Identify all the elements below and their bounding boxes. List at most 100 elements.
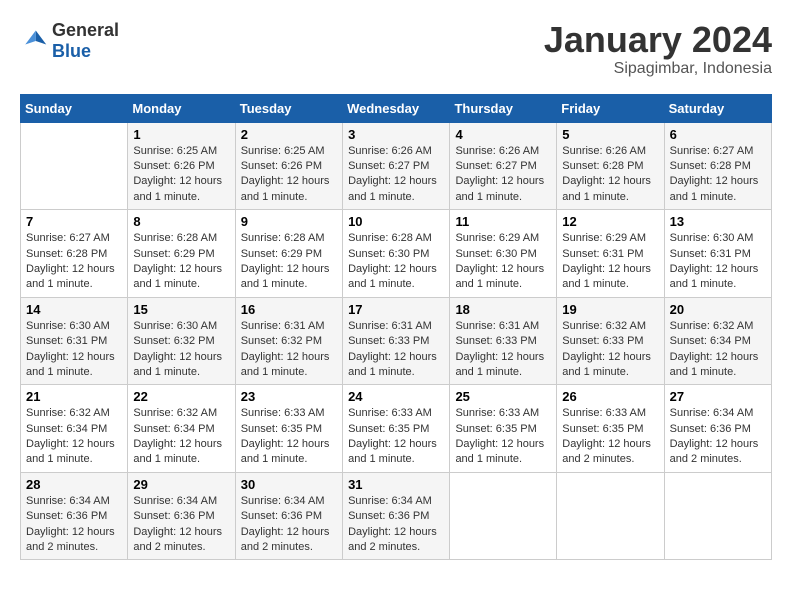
calendar-week-row: 21 Sunrise: 6:32 AMSunset: 6:34 PMDayligh… — [21, 385, 772, 473]
calendar-cell: 25 Sunrise: 6:33 AMSunset: 6:35 PMDayligh… — [450, 385, 557, 473]
day-info: Sunrise: 6:32 AMSunset: 6:34 PMDaylight:… — [133, 406, 229, 468]
logo-blue: Blue — [52, 41, 91, 61]
calendar-cell — [450, 472, 557, 560]
title-block: January 2024 Sipagimbar, Indonesia — [544, 20, 772, 78]
calendar-cell: 30 Sunrise: 6:34 AMSunset: 6:36 PMDayligh… — [235, 472, 342, 560]
calendar-cell: 19Sunrise: 6:32 AMSunset: 6:33 PMDayligh… — [557, 297, 664, 385]
day-info: Sunrise: 6:28 AMSunset: 6:29 PMDaylight:… — [241, 231, 337, 293]
logo-general: General — [52, 20, 119, 40]
day-number: 17 — [348, 302, 444, 317]
calendar-cell: 24Sunrise: 6:33 AMSunset: 6:35 PMDayligh… — [343, 385, 450, 473]
calendar-cell: 27 Sunrise: 6:34 AMSunset: 6:36 PMDayligh… — [664, 385, 771, 473]
calendar-cell: 20 Sunrise: 6:32 AMSunset: 6:34 PMDayligh… — [664, 297, 771, 385]
calendar-cell: 28Sunrise: 6:34 AMSunset: 6:36 PMDayligh… — [21, 472, 128, 560]
day-header-saturday: Saturday — [664, 94, 771, 122]
calendar-cell — [557, 472, 664, 560]
day-header-friday: Friday — [557, 94, 664, 122]
logo-text: General Blue — [52, 20, 119, 62]
day-info: Sunrise: 6:25 AMSunset: 6:26 PMDaylight:… — [133, 144, 229, 206]
day-info: Sunrise: 6:26 AMSunset: 6:27 PMDaylight:… — [348, 144, 444, 206]
day-number: 2 — [241, 127, 337, 142]
calendar-week-row: 14Sunrise: 6:30 AMSunset: 6:31 PMDayligh… — [21, 297, 772, 385]
calendar-cell: 11 Sunrise: 6:29 AMSunset: 6:30 PMDayligh… — [450, 210, 557, 298]
calendar-cell: 10Sunrise: 6:28 AMSunset: 6:30 PMDayligh… — [343, 210, 450, 298]
day-number: 8 — [133, 214, 229, 229]
calendar-cell: 3 Sunrise: 6:26 AMSunset: 6:27 PMDaylight… — [343, 122, 450, 210]
day-info: Sunrise: 6:33 AMSunset: 6:35 PMDaylight:… — [562, 406, 658, 468]
day-info: Sunrise: 6:34 AMSunset: 6:36 PMDaylight:… — [348, 494, 444, 556]
calendar-cell: 29Sunrise: 6:34 AMSunset: 6:36 PMDayligh… — [128, 472, 235, 560]
calendar-cell: 7 Sunrise: 6:27 AMSunset: 6:28 PMDaylight… — [21, 210, 128, 298]
day-info: Sunrise: 6:30 AMSunset: 6:31 PMDaylight:… — [670, 231, 766, 293]
day-number: 28 — [26, 477, 122, 492]
day-number: 31 — [348, 477, 444, 492]
day-number: 24 — [348, 389, 444, 404]
day-info: Sunrise: 6:34 AMSunset: 6:36 PMDaylight:… — [133, 494, 229, 556]
day-info: Sunrise: 6:33 AMSunset: 6:35 PMDaylight:… — [241, 406, 337, 468]
calendar-cell: 16Sunrise: 6:31 AMSunset: 6:32 PMDayligh… — [235, 297, 342, 385]
calendar-cell: 17 Sunrise: 6:31 AMSunset: 6:33 PMDayligh… — [343, 297, 450, 385]
day-number: 5 — [562, 127, 658, 142]
day-info: Sunrise: 6:29 AMSunset: 6:30 PMDaylight:… — [455, 231, 551, 293]
calendar-cell: 23 Sunrise: 6:33 AMSunset: 6:35 PMDayligh… — [235, 385, 342, 473]
day-number: 15 — [133, 302, 229, 317]
day-info: Sunrise: 6:27 AMSunset: 6:28 PMDaylight:… — [26, 231, 122, 293]
calendar-cell: 8Sunrise: 6:28 AMSunset: 6:29 PMDaylight… — [128, 210, 235, 298]
calendar-cell: 13 Sunrise: 6:30 AMSunset: 6:31 PMDayligh… — [664, 210, 771, 298]
logo-icon — [20, 27, 48, 55]
calendar-cell: 26 Sunrise: 6:33 AMSunset: 6:35 PMDayligh… — [557, 385, 664, 473]
day-number: 20 — [670, 302, 766, 317]
day-info: Sunrise: 6:25 AMSunset: 6:26 PMDaylight:… — [241, 144, 337, 206]
calendar-table: SundayMondayTuesdayWednesdayThursdayFrid… — [20, 94, 772, 561]
calendar-cell — [21, 122, 128, 210]
day-info: Sunrise: 6:34 AMSunset: 6:36 PMDaylight:… — [241, 494, 337, 556]
day-info: Sunrise: 6:34 AMSunset: 6:36 PMDaylight:… — [670, 406, 766, 468]
day-info: Sunrise: 6:30 AMSunset: 6:32 PMDaylight:… — [133, 319, 229, 381]
day-number: 3 — [348, 127, 444, 142]
day-header-sunday: Sunday — [21, 94, 128, 122]
day-number: 1 — [133, 127, 229, 142]
calendar-cell: 5 Sunrise: 6:26 AMSunset: 6:28 PMDaylight… — [557, 122, 664, 210]
calendar-week-row: 7 Sunrise: 6:27 AMSunset: 6:28 PMDaylight… — [21, 210, 772, 298]
calendar-week-row: 28 Sunrise: 6:34 AMSunset: 6:36 PMDayligh… — [21, 472, 772, 560]
day-number: 25 — [455, 389, 551, 404]
day-number: 9 — [241, 214, 337, 229]
day-number: 12 — [562, 214, 658, 229]
location-subtitle: Sipagimbar, Indonesia — [544, 60, 772, 78]
day-header-thursday: Thursday — [450, 94, 557, 122]
day-number: 23 — [241, 389, 337, 404]
calendar-cell: 15 Sunrise: 6:30 AMSunset: 6:32 PMDayligh… — [128, 297, 235, 385]
month-year-title: January 2024 — [544, 20, 772, 60]
day-info: Sunrise: 6:31 AMSunset: 6:33 PMDaylight:… — [348, 319, 444, 381]
calendar-cell: 21 Sunrise: 6:32 AMSunset: 6:34 PMDayligh… — [21, 385, 128, 473]
day-number: 26 — [562, 389, 658, 404]
day-info: Sunrise: 6:28 AMSunset: 6:30 PMDaylight:… — [348, 231, 444, 293]
calendar-header-row: SundayMondayTuesdayWednesdayThursdayFrid… — [21, 94, 772, 122]
day-number: 22 — [133, 389, 229, 404]
calendar-cell: 1 Sunrise: 6:25 AMSunset: 6:26 PMDaylight… — [128, 122, 235, 210]
day-number: 14 — [26, 302, 122, 317]
logo: General Blue — [20, 20, 119, 62]
day-number: 6 — [670, 127, 766, 142]
page-header: General Blue January 2024 Sipagimbar, In… — [20, 20, 772, 78]
calendar-cell — [664, 472, 771, 560]
day-number: 16 — [241, 302, 337, 317]
calendar-body: 1 Sunrise: 6:25 AMSunset: 6:26 PMDaylight… — [21, 122, 772, 560]
day-info: Sunrise: 6:26 AMSunset: 6:28 PMDaylight:… — [562, 144, 658, 206]
day-info: Sunrise: 6:32 AMSunset: 6:34 PMDaylight:… — [26, 406, 122, 468]
day-number: 30 — [241, 477, 337, 492]
day-number: 19 — [562, 302, 658, 317]
day-info: Sunrise: 6:31 AMSunset: 6:33 PMDaylight:… — [455, 319, 551, 381]
day-number: 21 — [26, 389, 122, 404]
day-header-tuesday: Tuesday — [235, 94, 342, 122]
day-info: Sunrise: 6:29 AMSunset: 6:31 PMDaylight:… — [562, 231, 658, 293]
day-number: 7 — [26, 214, 122, 229]
day-info: Sunrise: 6:32 AMSunset: 6:34 PMDaylight:… — [670, 319, 766, 381]
day-info: Sunrise: 6:33 AMSunset: 6:35 PMDaylight:… — [455, 406, 551, 468]
calendar-cell: 22 Sunrise: 6:32 AMSunset: 6:34 PMDayligh… — [128, 385, 235, 473]
day-number: 27 — [670, 389, 766, 404]
day-header-monday: Monday — [128, 94, 235, 122]
day-number: 13 — [670, 214, 766, 229]
day-number: 11 — [455, 214, 551, 229]
calendar-cell: 18Sunrise: 6:31 AMSunset: 6:33 PMDayligh… — [450, 297, 557, 385]
